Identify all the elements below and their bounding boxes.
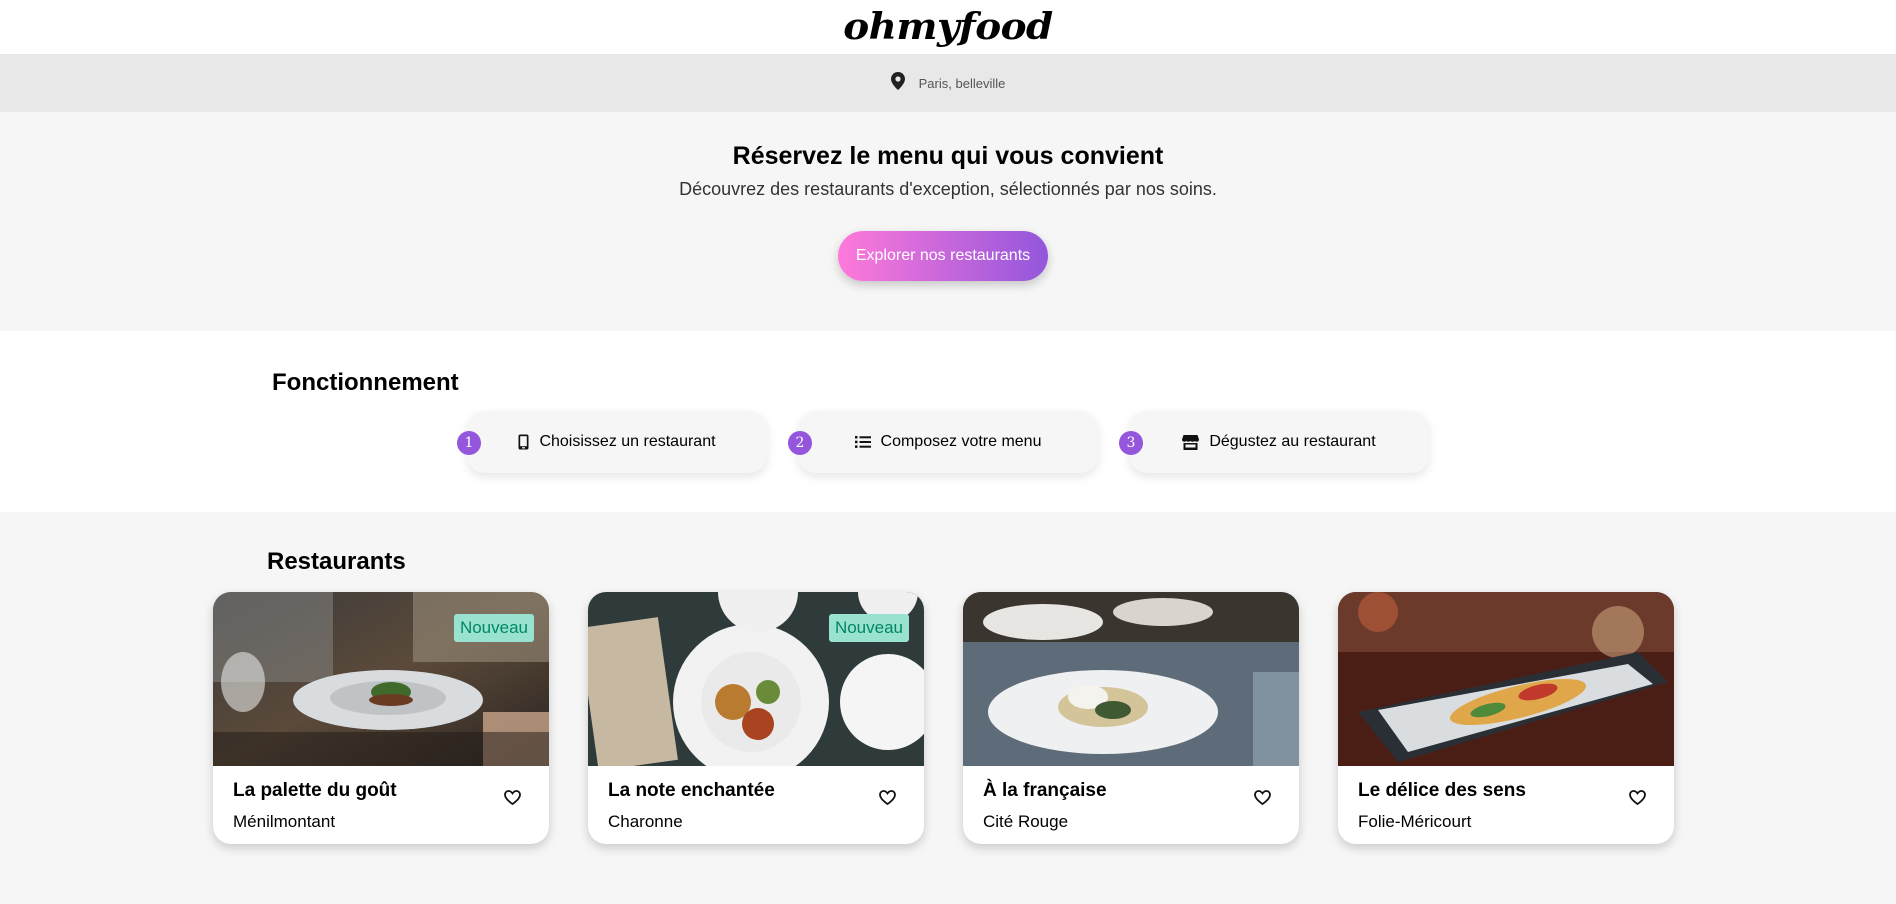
- new-badge: Nouveau: [453, 614, 534, 642]
- list-icon: [854, 435, 871, 449]
- new-badge: Nouveau: [828, 614, 909, 642]
- hero-section: Réservez le menu qui vous convient Décou…: [0, 112, 1896, 331]
- restaurant-area: Cité Rouge: [983, 812, 1069, 831]
- step-number: 3: [1119, 431, 1143, 455]
- store-icon: [1182, 434, 1200, 450]
- step-label: Dégustez au restaurant: [1209, 433, 1376, 450]
- restaurant-name: La palette du goût: [233, 780, 397, 801]
- site-header: ohmyfood: [0, 0, 1896, 54]
- heart-icon[interactable]: [1629, 790, 1646, 810]
- heart-icon[interactable]: [504, 790, 521, 810]
- hero-title: Réservez le menu qui vous convient: [732, 142, 1164, 170]
- restaurant-name: Le délice des sens: [1358, 780, 1526, 801]
- step-compose-menu: 2 Composez votre menu: [788, 411, 1098, 473]
- location-text: Paris, belleville: [918, 75, 1006, 91]
- restaurant-card-a-la-francaise[interactable]: À la française Cité Rouge: [963, 592, 1299, 844]
- step-enjoy-restaurant: 3 Dégustez au restaurant: [1119, 411, 1429, 473]
- heart-icon[interactable]: [1254, 790, 1271, 810]
- restaurant-area: Ménilmontant: [233, 812, 336, 831]
- how-it-works-title: Fonctionnement: [272, 369, 459, 396]
- location-bar: Paris, belleville: [0, 54, 1896, 112]
- restaurant-name: À la française: [983, 780, 1107, 801]
- restaurant-area: Folie-Méricourt: [1358, 812, 1472, 831]
- step-number: 2: [788, 431, 812, 455]
- step-label: Choisissez un restaurant: [539, 433, 716, 450]
- restaurant-card-le-delice-des-sens[interactable]: Le délice des sens Folie-Méricourt: [1338, 592, 1674, 844]
- restaurant-card-la-note-enchantee[interactable]: Nouveau La note enchantée Charonne: [588, 592, 924, 844]
- restaurants-title: Restaurants: [267, 548, 406, 575]
- restaurant-photo: [963, 592, 1299, 766]
- ohmyfood-logo[interactable]: ohmyfood: [843, 6, 1053, 48]
- step-label: Composez votre menu: [880, 433, 1042, 450]
- restaurant-area: Charonne: [608, 812, 683, 831]
- location-pin-icon: [890, 71, 905, 95]
- restaurant-name: La note enchantée: [608, 780, 775, 801]
- restaurant-card-la-palette-du-gout[interactable]: Nouveau La palette du goût Ménilmontant: [213, 592, 549, 844]
- restaurant-photo: [1338, 592, 1674, 766]
- how-it-works-section: Fonctionnement 1 Choisissez un restauran…: [0, 331, 1896, 512]
- explore-restaurants-button[interactable]: Explorer nos restaurants: [838, 231, 1048, 281]
- step-choose-restaurant: 1 Choisissez un restaurant: [457, 411, 767, 473]
- step-number: 1: [457, 431, 481, 455]
- hero-subtitle: Découvrez des restaurants d'exception, s…: [679, 179, 1217, 199]
- heart-icon[interactable]: [879, 790, 896, 810]
- mobile-phone-icon: [518, 434, 529, 450]
